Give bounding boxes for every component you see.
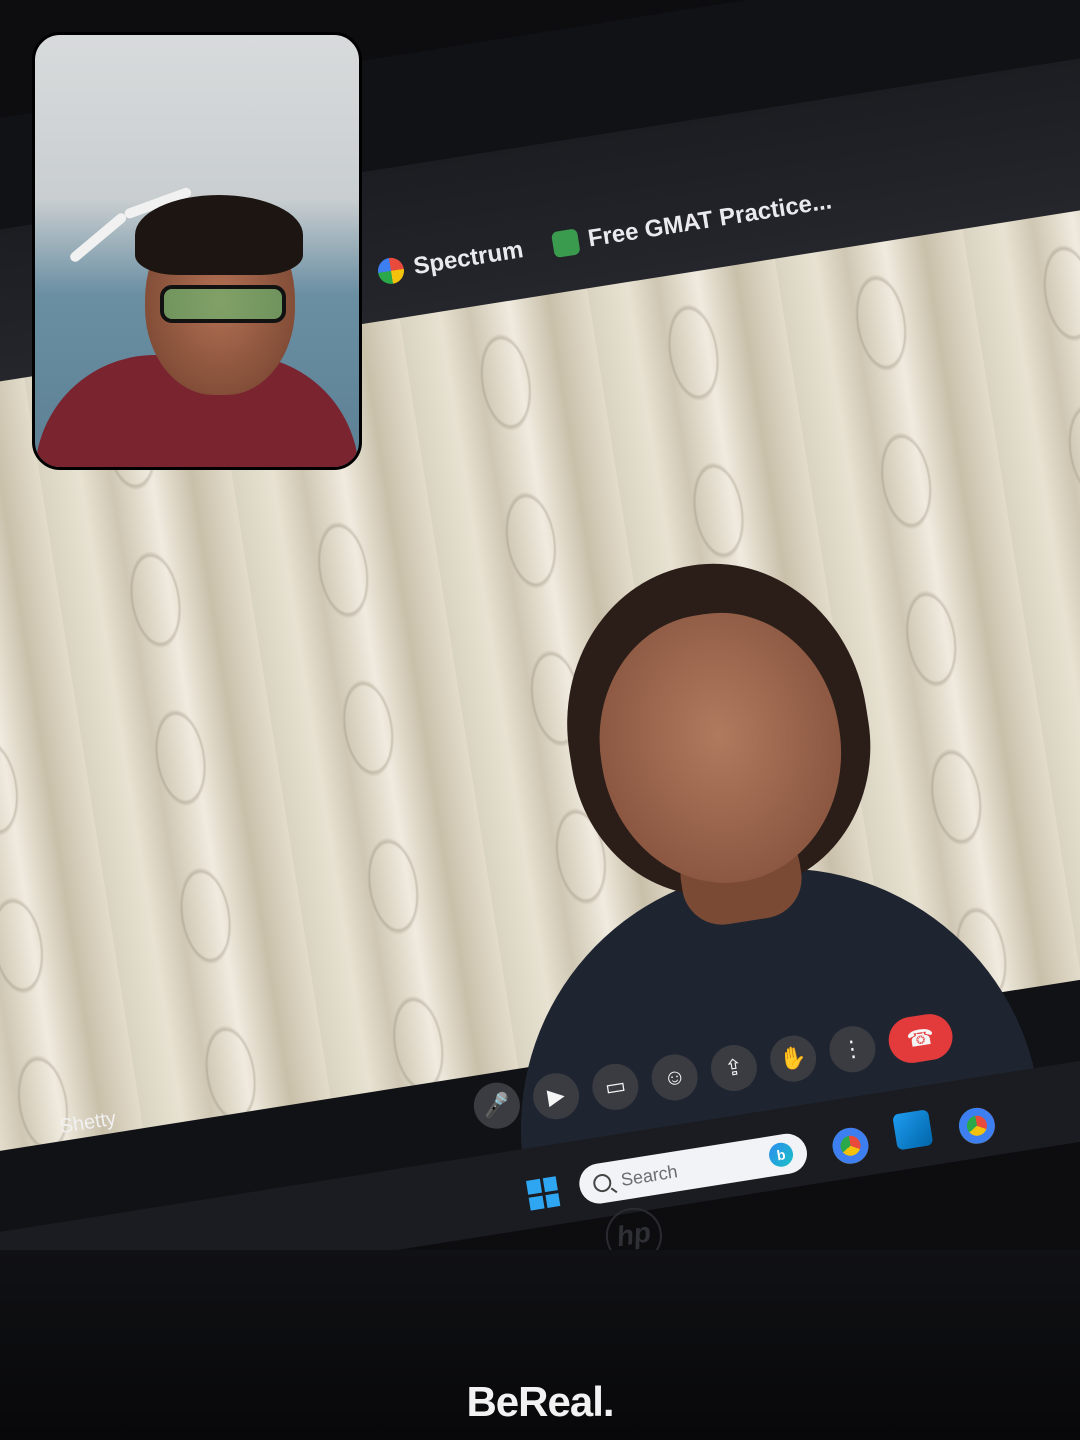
present-screen-icon[interactable]: ⇪	[707, 1041, 761, 1095]
spectrum-icon	[376, 256, 406, 286]
search-placeholder: Search	[619, 1160, 679, 1190]
bereal-logo: BeReal.	[466, 1378, 614, 1425]
captions-icon[interactable]: ▭	[589, 1060, 642, 1114]
front-camera-inset[interactable]	[32, 32, 362, 470]
chrome-profile-icon[interactable]	[949, 1098, 1005, 1154]
selfie-person-hair	[135, 195, 303, 275]
glasses	[160, 285, 286, 323]
emoji-icon[interactable]: ☺	[648, 1051, 701, 1104]
vscode-icon[interactable]	[892, 1109, 934, 1151]
microphone-icon[interactable]: 🎤	[470, 1079, 524, 1132]
chrome-icon[interactable]	[823, 1118, 878, 1174]
raise-hand-icon[interactable]: ✋	[766, 1032, 820, 1085]
camera-icon[interactable]: ▶	[529, 1069, 583, 1123]
more-options-icon[interactable]: ⋮	[826, 1022, 879, 1076]
windows-start-icon[interactable]	[526, 1176, 561, 1211]
bereal-photo: plate Spectrum Free GMAT Practice... Z S…	[0, 0, 1080, 1440]
search-icon	[591, 1172, 613, 1194]
gmat-icon	[550, 228, 581, 259]
bing-icon[interactable]: b	[767, 1141, 795, 1169]
